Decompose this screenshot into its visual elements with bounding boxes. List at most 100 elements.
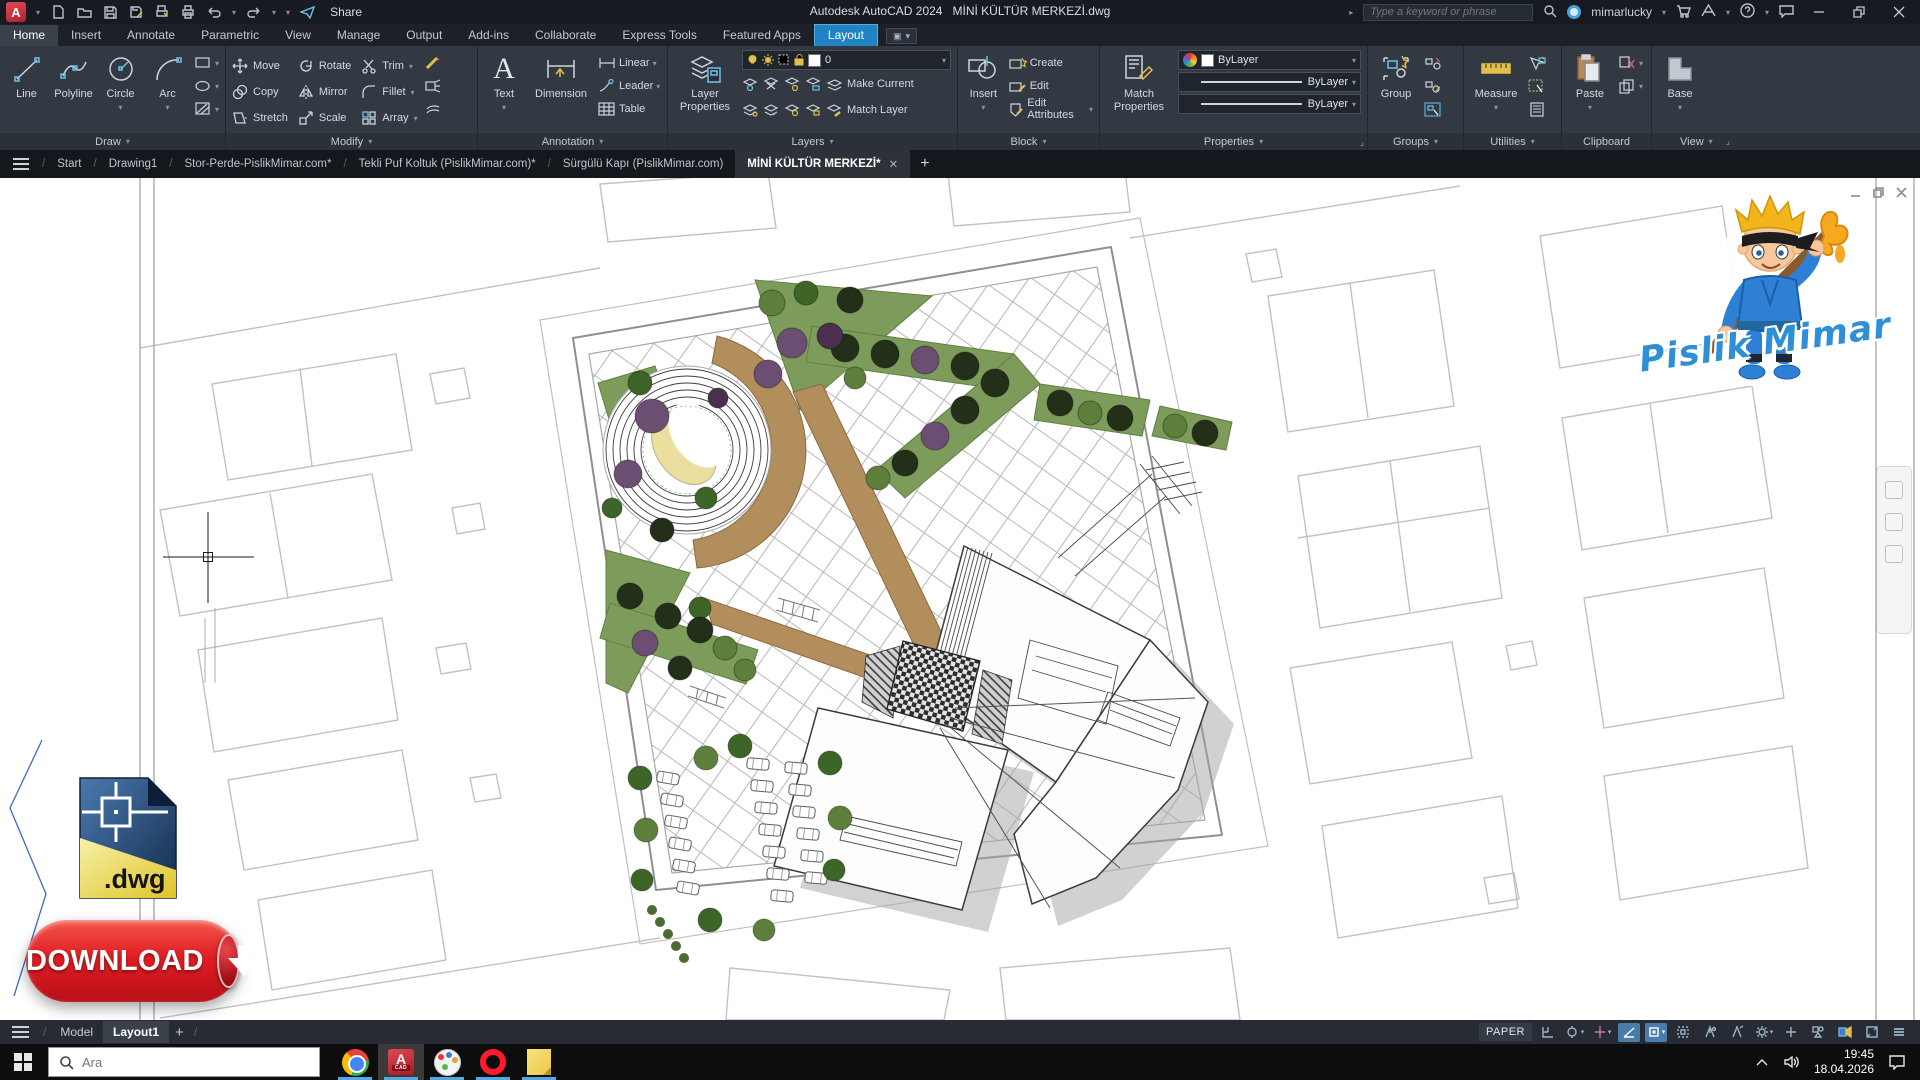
save-as-icon[interactable]	[128, 4, 144, 20]
make-current-icon[interactable]	[826, 77, 842, 91]
move-button[interactable]: Move	[232, 53, 288, 79]
dimension-button[interactable]: Dimension	[530, 50, 592, 133]
arc-button[interactable]: Arc▾	[147, 50, 188, 133]
rotate-button[interactable]: Rotate	[298, 53, 351, 79]
navigation-bar[interactable]	[1876, 466, 1912, 634]
minimize-button[interactable]	[1804, 0, 1834, 24]
close-tab-icon[interactable]: ✕	[889, 157, 899, 171]
layers-panel-title[interactable]: Layers▾	[668, 133, 957, 150]
feedback-bubble-icon[interactable]	[1779, 4, 1794, 21]
help-icon[interactable]	[1740, 3, 1755, 21]
file-tabs-menu-icon[interactable]	[4, 158, 38, 170]
close-button[interactable]	[1884, 0, 1914, 24]
groups-panel-title[interactable]: Groups▾	[1368, 133, 1463, 150]
layer-dropdown[interactable]: 0 ▾	[742, 50, 951, 70]
tab-output[interactable]: Output	[393, 25, 455, 46]
doc-close-icon[interactable]	[1895, 186, 1908, 199]
file-tab-start[interactable]: Start	[45, 152, 93, 176]
select-window-icon[interactable]	[1528, 77, 1546, 95]
graphics-performance-icon[interactable]	[1834, 1023, 1856, 1042]
layer-off-icon[interactable]	[784, 77, 800, 91]
tab-express-tools[interactable]: Express Tools	[609, 25, 709, 46]
polar-tracking-icon[interactable]	[1618, 1023, 1640, 1042]
app-store-cart-icon[interactable]	[1676, 4, 1691, 21]
view-panel-title[interactable]: View▾⌟	[1652, 133, 1920, 150]
tray-expand-icon[interactable]	[1755, 1057, 1769, 1067]
mirror-button[interactable]: Mirror	[298, 79, 351, 105]
help-search-input[interactable]	[1363, 4, 1533, 21]
volume-icon[interactable]	[1783, 1055, 1800, 1069]
download-button[interactable]: DOWNLOAD	[26, 920, 240, 1002]
layout1-tab[interactable]: Layout1	[103, 1021, 169, 1043]
autocad-app-taskbar-icon[interactable]: ACAD	[378, 1044, 424, 1080]
linear-dimension-icon[interactable]: Linear▾	[598, 54, 660, 72]
copy-clip-icon[interactable]: ▾	[1618, 77, 1643, 95]
base-button[interactable]: Base▾	[1658, 50, 1702, 133]
file-tab-drawing1[interactable]: Drawing1	[97, 152, 170, 176]
plot-icon[interactable]	[154, 4, 170, 20]
selection-cycling-icon[interactable]	[1672, 1023, 1694, 1042]
new-file-icon[interactable]	[50, 4, 66, 20]
undo-caret-icon[interactable]: ▾	[232, 8, 236, 17]
help-caret-icon[interactable]: ▾	[1765, 8, 1769, 17]
qat-customize-caret-icon[interactable]: ▾	[286, 8, 290, 17]
opera-app-icon[interactable]	[470, 1044, 516, 1080]
match-layer-label[interactable]: Match Layer	[847, 104, 908, 116]
file-tab-stor-perde[interactable]: Stor-Perde-PislikMimar.com*	[172, 152, 343, 176]
drawing-viewport[interactable]: Pislik Mimar .dwg DOWNLOAD	[0, 178, 1920, 1020]
measure-button[interactable]: Measure▾	[1470, 50, 1522, 133]
save-icon[interactable]	[102, 4, 118, 20]
paint-app-icon[interactable]	[424, 1044, 470, 1080]
layer-unlock2-icon[interactable]	[805, 103, 821, 117]
layer-walk-icon[interactable]	[742, 103, 758, 117]
share-icon[interactable]	[300, 4, 316, 20]
ortho-mode-icon[interactable]: ▾	[1591, 1023, 1613, 1042]
workspace-gear-icon[interactable]: ▾	[1753, 1023, 1775, 1042]
ungroup-icon[interactable]	[1424, 54, 1442, 72]
windows-search-input[interactable]	[82, 1055, 282, 1070]
print-icon[interactable]	[180, 4, 196, 20]
paste-button[interactable]: Paste▾	[1568, 50, 1612, 133]
scale-button[interactable]: Scale	[298, 105, 351, 131]
doc-restore-icon[interactable]	[1872, 186, 1885, 199]
fillet-button[interactable]: Fillet▾	[361, 79, 417, 105]
tab-manage[interactable]: Manage	[324, 25, 393, 46]
new-layout-button[interactable]: +	[175, 1024, 184, 1041]
create-block-icon[interactable]: Create	[1009, 54, 1093, 72]
file-tab-mini-kultur-active[interactable]: MİNİ KÜLTÜR MERKEZİ*✕	[735, 150, 910, 178]
quick-calculator-icon[interactable]	[1528, 100, 1546, 118]
quick-select-icon[interactable]	[1528, 54, 1546, 72]
object-color-dropdown[interactable]: ByLayer▾	[1178, 50, 1361, 70]
annotation-visibility-icon[interactable]	[1699, 1023, 1721, 1042]
object-snap-icon[interactable]: ▾	[1645, 1023, 1667, 1042]
block-panel-title[interactable]: Block▾	[958, 133, 1099, 150]
undo-icon[interactable]	[206, 4, 222, 20]
group-edit-icon[interactable]	[1424, 77, 1442, 95]
tab-featured-apps[interactable]: Featured Apps	[710, 25, 814, 46]
windows-search-box[interactable]	[48, 1047, 320, 1077]
layer-states-icon[interactable]	[784, 103, 800, 117]
hatch-tool-icon[interactable]: ▾	[194, 100, 219, 118]
search-expand-caret-icon[interactable]: ▸	[1349, 8, 1353, 17]
erase-icon[interactable]	[424, 54, 442, 72]
layer-isolate-icon[interactable]	[742, 77, 758, 91]
line-button[interactable]: Line	[6, 50, 47, 133]
stretch-button[interactable]: Stretch	[232, 105, 288, 131]
lineweight-dropdown[interactable]: ByLayer▾	[1178, 72, 1361, 92]
annotation-monitor-icon[interactable]	[1780, 1023, 1802, 1042]
layer-lock-icon[interactable]	[805, 77, 821, 91]
insert-button[interactable]: Insert▾	[964, 50, 1003, 133]
redo-caret-icon[interactable]: ▾	[272, 8, 276, 17]
tab-home[interactable]: Home	[0, 25, 58, 46]
user-avatar-icon[interactable]	[1567, 5, 1581, 19]
snap-mode-icon[interactable]: ▾	[1564, 1023, 1586, 1042]
grid-display-icon[interactable]	[1537, 1023, 1559, 1042]
linetype-dropdown[interactable]: ByLayer▾	[1178, 94, 1361, 114]
user-menu-caret-icon[interactable]: ▾	[1662, 8, 1666, 17]
ellipse-tool-icon[interactable]: ▾	[194, 77, 219, 95]
tab-parametric[interactable]: Parametric	[188, 25, 272, 46]
modify-panel-title[interactable]: Modify▾	[226, 133, 477, 150]
isolate-objects-icon[interactable]	[1807, 1023, 1829, 1042]
username-label[interactable]: mimarlucky	[1591, 5, 1652, 19]
file-tab-surgulu-kapi[interactable]: Sürgülü Kapı (PislikMimar.com)	[551, 152, 735, 176]
